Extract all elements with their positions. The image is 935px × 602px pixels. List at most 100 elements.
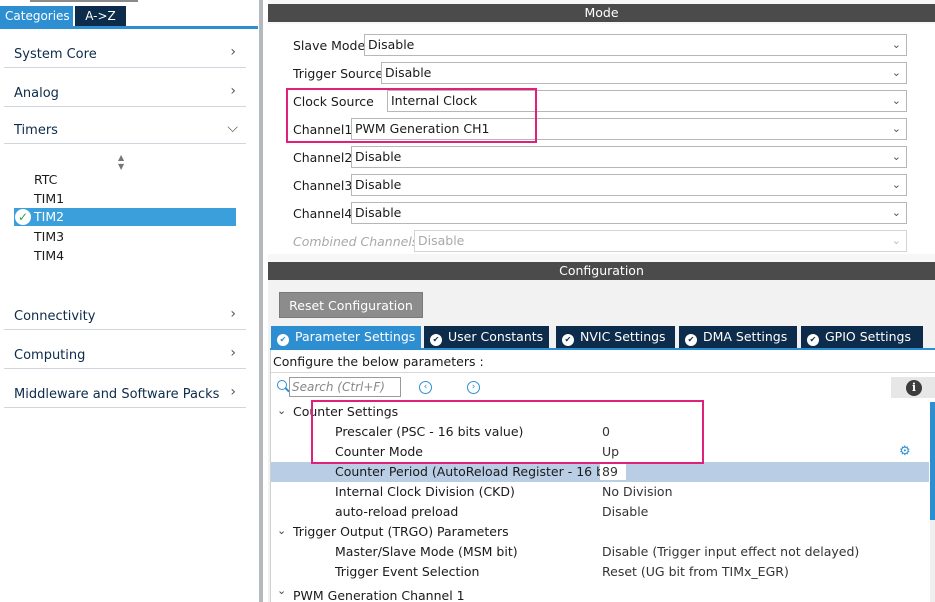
counter-period-input[interactable]: 89 xyxy=(600,464,626,480)
select-value: Disable xyxy=(355,149,402,164)
check-icon: ✓ xyxy=(15,209,31,225)
category-connectivity[interactable]: Connectivity › xyxy=(4,304,246,330)
configure-hint: Configure the below parameters : xyxy=(273,354,484,369)
channel3-select[interactable]: Disable ⌄ xyxy=(351,174,907,196)
gear-icon[interactable]: ⚙ xyxy=(899,444,911,459)
scroll-up-arrow-icon[interactable]: ▲ ▼ xyxy=(118,153,124,171)
collapse-icon[interactable]: ⌄ xyxy=(277,524,286,537)
channel2-select[interactable]: Disable ⌄ xyxy=(351,146,907,168)
combined-channels-label: Combined Channels xyxy=(293,234,419,249)
collapse-icon[interactable]: ⌄ xyxy=(277,584,286,597)
mode-header: Mode xyxy=(268,4,935,22)
category-label: Middleware and Software Packs xyxy=(14,387,220,402)
stm32-cubemx-window: Categories A->Z System Core › Analog › T… xyxy=(0,0,935,602)
trigger-source-select[interactable]: Disable ⌄ xyxy=(381,62,907,84)
category-timers[interactable]: Timers ⌵ xyxy=(4,118,246,144)
category-system-core[interactable]: System Core › xyxy=(4,42,246,68)
search-icon xyxy=(277,380,287,390)
param-row-clock-division[interactable]: Internal Clock Division (CKD) No Divisio… xyxy=(271,482,929,502)
chevron-down-icon: ⌄ xyxy=(891,150,901,163)
mode-row-channel2: Channel2 Disable ⌄ xyxy=(293,146,907,168)
tab-label: NVIC Settings xyxy=(580,329,666,344)
categories-panel: Categories A->Z System Core › Analog › T… xyxy=(0,0,260,602)
param-row-auto-reload-preload[interactable]: auto-reload preload Disable xyxy=(271,502,929,522)
select-value: Disable xyxy=(355,177,402,192)
mode-row-slave-mode: Slave Mode Disable ⌄ xyxy=(293,34,907,56)
param-value[interactable]: No Division xyxy=(602,484,673,499)
mode-config-panel: Mode Slave Mode Disable ⌄ Trigger Source… xyxy=(268,0,935,602)
tab-label: GPIO Settings xyxy=(825,329,911,344)
check-icon: ✔ xyxy=(277,334,289,346)
param-row-counter-period[interactable]: Counter Period (AutoReload Register - 16… xyxy=(271,462,929,482)
search-input[interactable]: Search (Ctrl+F) xyxy=(289,377,401,397)
chevron-down-icon: ⌄ xyxy=(891,206,901,219)
category-label: Analog xyxy=(14,86,59,101)
highlight-counter-params xyxy=(311,400,704,464)
mode-row-channel3: Channel3 Disable ⌄ xyxy=(293,174,907,196)
check-icon: ✔ xyxy=(685,334,697,346)
reset-configuration-button[interactable]: Reset Configuration xyxy=(279,292,423,318)
param-value[interactable]: Disable xyxy=(602,504,648,519)
category-computing[interactable]: Computing › xyxy=(4,343,246,369)
param-name: Internal Clock Division (CKD) xyxy=(335,484,515,499)
configuration-section: Reset Configuration ✔ Parameter Settings … xyxy=(268,280,935,602)
param-name: Trigger Event Selection xyxy=(335,564,480,579)
tabs-top-divider xyxy=(30,0,138,2)
timer-item-tim3[interactable]: TIM3 xyxy=(34,229,64,244)
category-label: Computing xyxy=(14,348,86,363)
param-row-trigger-event[interactable]: Trigger Event Selection Reset (UG bit fr… xyxy=(271,562,929,582)
tab-label: DMA Settings xyxy=(703,329,788,344)
mode-row-trigger-source: Trigger Source Disable ⌄ xyxy=(293,62,907,84)
param-value[interactable]: Reset (UG bit from TIMx_EGR) xyxy=(602,564,789,579)
check-icon: ✔ xyxy=(807,334,819,346)
category-middleware[interactable]: Middleware and Software Packs › xyxy=(4,382,246,408)
timer-item-tim1[interactable]: TIM1 xyxy=(34,191,64,206)
param-name: auto-reload preload xyxy=(335,504,459,519)
param-name: Counter Period (AutoReload Register - 16… xyxy=(335,464,616,479)
check-icon: ✔ xyxy=(430,334,442,346)
scrollbar-thumb[interactable] xyxy=(930,402,935,520)
tab-nvic-settings[interactable]: ✔ NVIC Settings xyxy=(556,326,675,348)
param-name: Master/Slave Mode (MSM bit) xyxy=(335,544,518,559)
check-icon: ✔ xyxy=(562,334,574,346)
vertical-scrollbar[interactable] xyxy=(930,402,935,602)
tab-a-z[interactable]: A->Z xyxy=(75,6,126,26)
tab-dma-settings[interactable]: ✔ DMA Settings xyxy=(679,326,797,348)
group-pwm-channel1[interactable]: ⌄ PWM Generation Channel 1 xyxy=(271,582,929,602)
tab-user-constants[interactable]: ✔ User Constants xyxy=(424,326,549,348)
info-button[interactable]: i xyxy=(891,377,935,398)
chevron-down-icon: ⌄ xyxy=(891,94,901,107)
group-trigger-output[interactable]: ⌄ Trigger Output (TRGO) Parameters xyxy=(271,522,929,542)
timer-item-label: TIM2 xyxy=(34,209,65,224)
select-value: Disable xyxy=(385,65,432,80)
chevron-down-icon: ⌄ xyxy=(891,234,901,247)
param-row-msm[interactable]: Master/Slave Mode (MSM bit) Disable (Tri… xyxy=(271,542,929,562)
previous-match-icon[interactable]: ‹ xyxy=(419,381,432,394)
tab-categories[interactable]: Categories xyxy=(0,6,73,26)
slave-mode-select[interactable]: Disable ⌄ xyxy=(364,34,907,56)
category-label: Timers xyxy=(14,123,58,138)
panel-splitter[interactable] xyxy=(259,0,263,602)
timer-item-tim2[interactable]: ✓ TIM2 xyxy=(14,208,236,226)
slave-mode-label: Slave Mode xyxy=(293,38,366,53)
channel4-label: Channel4 xyxy=(293,206,353,221)
mode-section: Slave Mode Disable ⌄ Trigger Source Disa… xyxy=(268,24,935,254)
tab-parameter-settings[interactable]: ✔ Parameter Settings xyxy=(271,326,421,348)
chevron-right-icon: › xyxy=(230,384,236,400)
chevron-right-icon: › xyxy=(230,83,236,99)
tab-label: Parameter Settings xyxy=(295,329,416,344)
category-label: Connectivity xyxy=(14,309,96,324)
channel4-select[interactable]: Disable ⌄ xyxy=(351,202,907,224)
tabs-underline xyxy=(0,26,258,29)
collapse-icon[interactable]: ⌄ xyxy=(277,404,286,417)
param-value[interactable]: Disable (Trigger input effect not delaye… xyxy=(602,544,859,559)
mode-row-channel4: Channel4 Disable ⌄ xyxy=(293,202,907,224)
timer-item-rtc[interactable]: RTC xyxy=(34,172,57,187)
tab-gpio-settings[interactable]: ✔ GPIO Settings xyxy=(801,326,923,348)
chevron-down-icon: ⌵ xyxy=(227,120,238,136)
channel3-label: Channel3 xyxy=(293,178,353,193)
configuration-header: Configuration xyxy=(268,262,935,280)
timer-item-tim4[interactable]: TIM4 xyxy=(34,248,64,263)
category-analog[interactable]: Analog › xyxy=(4,81,246,107)
next-match-icon[interactable]: › xyxy=(467,381,480,394)
